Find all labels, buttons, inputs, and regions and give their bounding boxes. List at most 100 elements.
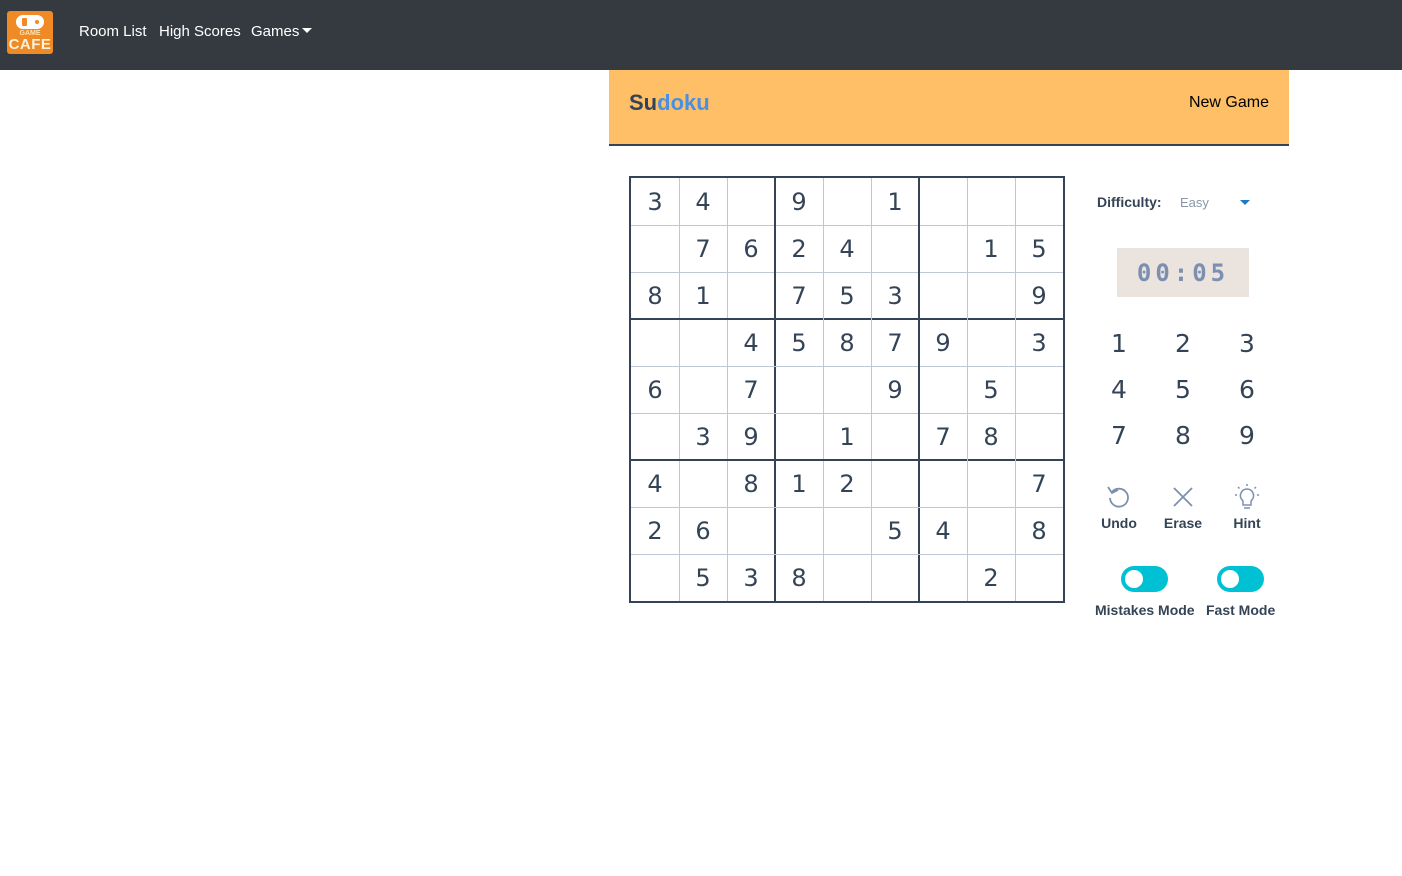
nav-link-room-list[interactable]: Room List [79, 22, 147, 42]
erase-button[interactable]: Erase [1158, 483, 1208, 533]
number-key[interactable]: 5 [1163, 375, 1203, 405]
sudoku-cell[interactable]: 7 [1015, 460, 1063, 507]
game-cafe-logo[interactable]: GAME CAFE [7, 11, 53, 54]
sudoku-cell[interactable]: 8 [1015, 507, 1063, 554]
fast-mode-toggle[interactable] [1217, 566, 1264, 592]
sudoku-cell[interactable]: 3 [679, 413, 727, 460]
sudoku-cell[interactable]: 9 [871, 366, 919, 413]
sudoku-cell[interactable] [727, 178, 775, 225]
sudoku-cell[interactable]: 1 [823, 413, 871, 460]
sudoku-cell[interactable]: 4 [631, 460, 679, 507]
sudoku-cell[interactable] [919, 460, 967, 507]
sudoku-cell[interactable] [1015, 366, 1063, 413]
number-key[interactable]: 3 [1227, 329, 1267, 359]
sudoku-cell[interactable] [775, 366, 823, 413]
sudoku-cell[interactable]: 5 [967, 366, 1015, 413]
sudoku-cell[interactable] [823, 507, 871, 554]
sudoku-cell[interactable]: 8 [775, 554, 823, 601]
sudoku-cell[interactable] [919, 225, 967, 272]
sudoku-cell[interactable]: 5 [871, 507, 919, 554]
sudoku-cell[interactable]: 3 [871, 272, 919, 319]
sudoku-cell[interactable] [967, 272, 1015, 319]
sudoku-cell[interactable] [1015, 554, 1063, 601]
sudoku-cell[interactable]: 2 [775, 225, 823, 272]
sudoku-cell[interactable]: 5 [775, 319, 823, 366]
sudoku-cell[interactable]: 5 [679, 554, 727, 601]
sudoku-cell[interactable] [823, 554, 871, 601]
sudoku-cell[interactable] [967, 460, 1015, 507]
sudoku-cell[interactable] [871, 460, 919, 507]
sudoku-cell[interactable]: 3 [727, 554, 775, 601]
number-key[interactable]: 6 [1227, 375, 1267, 405]
sudoku-cell[interactable]: 7 [679, 225, 727, 272]
sudoku-cell[interactable]: 7 [919, 413, 967, 460]
sudoku-cell[interactable]: 2 [967, 554, 1015, 601]
sudoku-cell[interactable] [679, 366, 727, 413]
sudoku-cell[interactable] [631, 319, 679, 366]
sudoku-cell[interactable]: 6 [727, 225, 775, 272]
sudoku-cell[interactable] [967, 319, 1015, 366]
sudoku-cell[interactable]: 9 [1015, 272, 1063, 319]
sudoku-cell[interactable]: 2 [823, 460, 871, 507]
sudoku-cell[interactable]: 8 [631, 272, 679, 319]
sudoku-cell[interactable]: 5 [823, 272, 871, 319]
sudoku-cell[interactable] [919, 554, 967, 601]
difficulty-select[interactable]: Easy [1180, 194, 1252, 212]
sudoku-cell[interactable] [871, 225, 919, 272]
sudoku-cell[interactable]: 7 [871, 319, 919, 366]
sudoku-cell[interactable]: 1 [775, 460, 823, 507]
sudoku-cell[interactable]: 1 [871, 178, 919, 225]
sudoku-cell[interactable] [919, 366, 967, 413]
sudoku-cell[interactable] [919, 272, 967, 319]
sudoku-cell[interactable]: 7 [727, 366, 775, 413]
number-key[interactable]: 8 [1163, 421, 1203, 451]
sudoku-cell[interactable]: 5 [1015, 225, 1063, 272]
sudoku-cell[interactable] [727, 507, 775, 554]
sudoku-cell[interactable] [871, 413, 919, 460]
sudoku-cell[interactable]: 1 [679, 272, 727, 319]
sudoku-cell[interactable]: 9 [727, 413, 775, 460]
sudoku-cell[interactable] [871, 554, 919, 601]
sudoku-cell[interactable]: 8 [823, 319, 871, 366]
sudoku-cell[interactable]: 7 [775, 272, 823, 319]
sudoku-cell[interactable]: 8 [967, 413, 1015, 460]
sudoku-cell[interactable] [823, 366, 871, 413]
number-key[interactable]: 1 [1099, 329, 1139, 359]
sudoku-cell[interactable]: 3 [631, 178, 679, 225]
sudoku-cell[interactable] [679, 319, 727, 366]
sudoku-cell[interactable] [1015, 413, 1063, 460]
number-key[interactable]: 2 [1163, 329, 1203, 359]
sudoku-cell[interactable]: 6 [631, 366, 679, 413]
sudoku-cell[interactable]: 9 [775, 178, 823, 225]
number-key[interactable]: 7 [1099, 421, 1139, 451]
number-key[interactable]: 9 [1227, 421, 1267, 451]
sudoku-cell[interactable]: 3 [1015, 319, 1063, 366]
sudoku-cell[interactable] [967, 507, 1015, 554]
sudoku-cell[interactable] [967, 178, 1015, 225]
hint-button[interactable]: Hint [1222, 483, 1272, 533]
sudoku-cell[interactable]: 1 [967, 225, 1015, 272]
sudoku-cell[interactable]: 4 [823, 225, 871, 272]
sudoku-cell[interactable] [631, 225, 679, 272]
nav-link-high-scores[interactable]: High Scores [159, 22, 241, 42]
nav-games-dropdown[interactable]: Games [251, 22, 313, 42]
sudoku-cell[interactable] [775, 413, 823, 460]
sudoku-cell[interactable] [775, 507, 823, 554]
sudoku-cell[interactable]: 4 [919, 507, 967, 554]
sudoku-cell[interactable] [823, 178, 871, 225]
sudoku-cell[interactable] [631, 554, 679, 601]
sudoku-cell[interactable]: 2 [631, 507, 679, 554]
sudoku-cell[interactable] [1015, 178, 1063, 225]
sudoku-cell[interactable]: 4 [679, 178, 727, 225]
sudoku-cell[interactable]: 8 [727, 460, 775, 507]
sudoku-cell[interactable]: 4 [727, 319, 775, 366]
mistakes-mode-toggle[interactable] [1121, 566, 1168, 592]
number-key[interactable]: 4 [1099, 375, 1139, 405]
sudoku-cell[interactable] [631, 413, 679, 460]
sudoku-cell[interactable] [679, 460, 727, 507]
undo-button[interactable]: Undo [1094, 483, 1144, 533]
new-game-button[interactable]: New Game [1189, 93, 1269, 113]
sudoku-cell[interactable] [919, 178, 967, 225]
sudoku-cell[interactable]: 9 [919, 319, 967, 366]
sudoku-cell[interactable] [727, 272, 775, 319]
